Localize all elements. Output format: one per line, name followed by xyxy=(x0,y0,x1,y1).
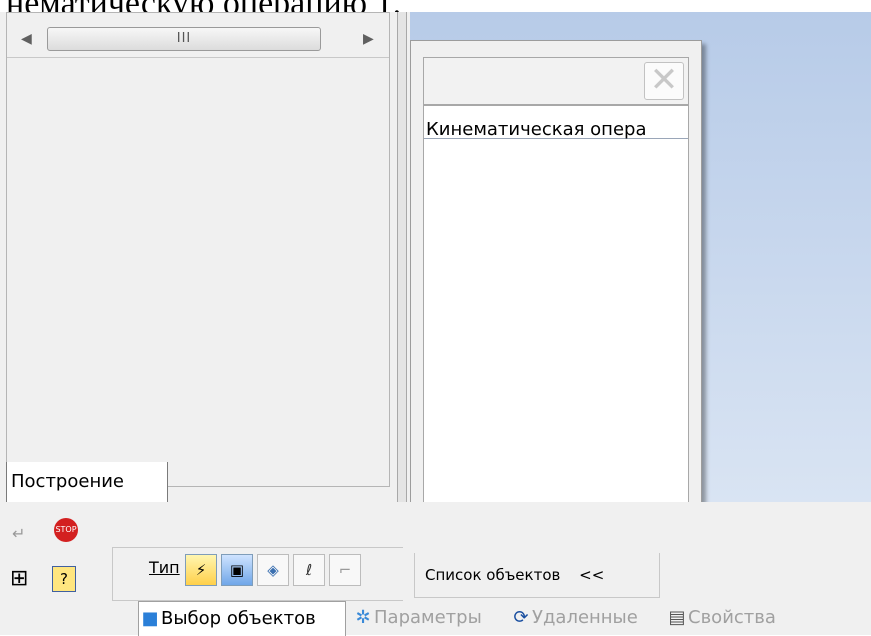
object-list: Кинематическая опера xyxy=(423,105,689,519)
list-item[interactable]: Кинематическая опера xyxy=(424,106,688,140)
bottom-panel: ↵ STOP ⊞ ? Тип ⚡ ▣ ◈ ℓ ⌐ Список объектов… xyxy=(0,502,871,636)
tab-parameters[interactable]: ✲ Параметры xyxy=(352,601,502,635)
object-filter-field[interactable]: ✕ xyxy=(423,57,689,105)
properties-icon: ▤ xyxy=(668,607,686,628)
tab-label: Удаленные xyxy=(532,607,638,628)
fit-view-icon[interactable]: ⊞ xyxy=(10,566,28,591)
cycle-icon: ⟳ xyxy=(513,607,529,628)
help-icon[interactable]: ? xyxy=(52,566,76,592)
tab-build[interactable]: Построение xyxy=(6,462,168,507)
tab-properties[interactable]: ▤ Свойства xyxy=(666,601,806,635)
list-toggle-label: Список объектов xyxy=(425,566,561,584)
gear-icon: ✲ xyxy=(355,607,371,628)
tab-label: Свойства xyxy=(688,607,776,628)
curve-filter-icon[interactable]: ℓ xyxy=(293,554,325,586)
tab-label: Выбор объектов xyxy=(161,608,316,629)
object-list-toggle[interactable]: Список объектов << xyxy=(414,553,660,598)
tab-label: Параметры xyxy=(374,607,482,628)
surface-filter-icon[interactable]: ◈ xyxy=(257,554,289,586)
stop-icon[interactable]: STOP xyxy=(54,518,78,542)
enter-icon[interactable]: ↵ xyxy=(12,524,25,543)
scroll-thumb[interactable]: III xyxy=(47,27,321,51)
collapse-icon: << xyxy=(579,566,605,584)
tab-select-objects[interactable]: ■ Выбор объектов xyxy=(138,601,346,636)
object-list-window: ✕ Кинематическая опера xyxy=(410,40,702,535)
type-filter-group: Тип ⚡ ▣ ◈ ℓ ⌐ xyxy=(112,547,403,601)
tree-filter-icon[interactable]: ⌐ xyxy=(329,554,361,586)
scroll-left-icon[interactable]: ◀ xyxy=(21,31,32,47)
horizontal-scrollbar[interactable]: ◀ III ▶ xyxy=(7,21,389,58)
scroll-right-icon[interactable]: ▶ xyxy=(363,31,374,47)
close-icon[interactable]: ✕ xyxy=(644,62,684,100)
lightning-filter-icon[interactable]: ⚡ xyxy=(185,554,217,586)
tab-removed[interactable]: ⟳ Удаленные xyxy=(510,601,660,635)
app-screen: ◀ III ▶ Построение ✕ Кинематическая опер… xyxy=(0,12,871,636)
selection-toolbar: Тип ⚡ ▣ ◈ ℓ ⌐ Список объектов << xyxy=(112,547,871,601)
type-label: Тип xyxy=(149,558,180,577)
cube-icon: ■ xyxy=(141,608,159,629)
bottom-tab-bar: ■ Выбор объектов ✲ Параметры ⟳ Удаленные ▤ С… xyxy=(138,601,871,636)
model-tree-panel: ◀ III ▶ xyxy=(6,12,390,487)
body-filter-icon[interactable]: ▣ xyxy=(221,554,253,586)
panel-splitter[interactable] xyxy=(397,12,407,510)
